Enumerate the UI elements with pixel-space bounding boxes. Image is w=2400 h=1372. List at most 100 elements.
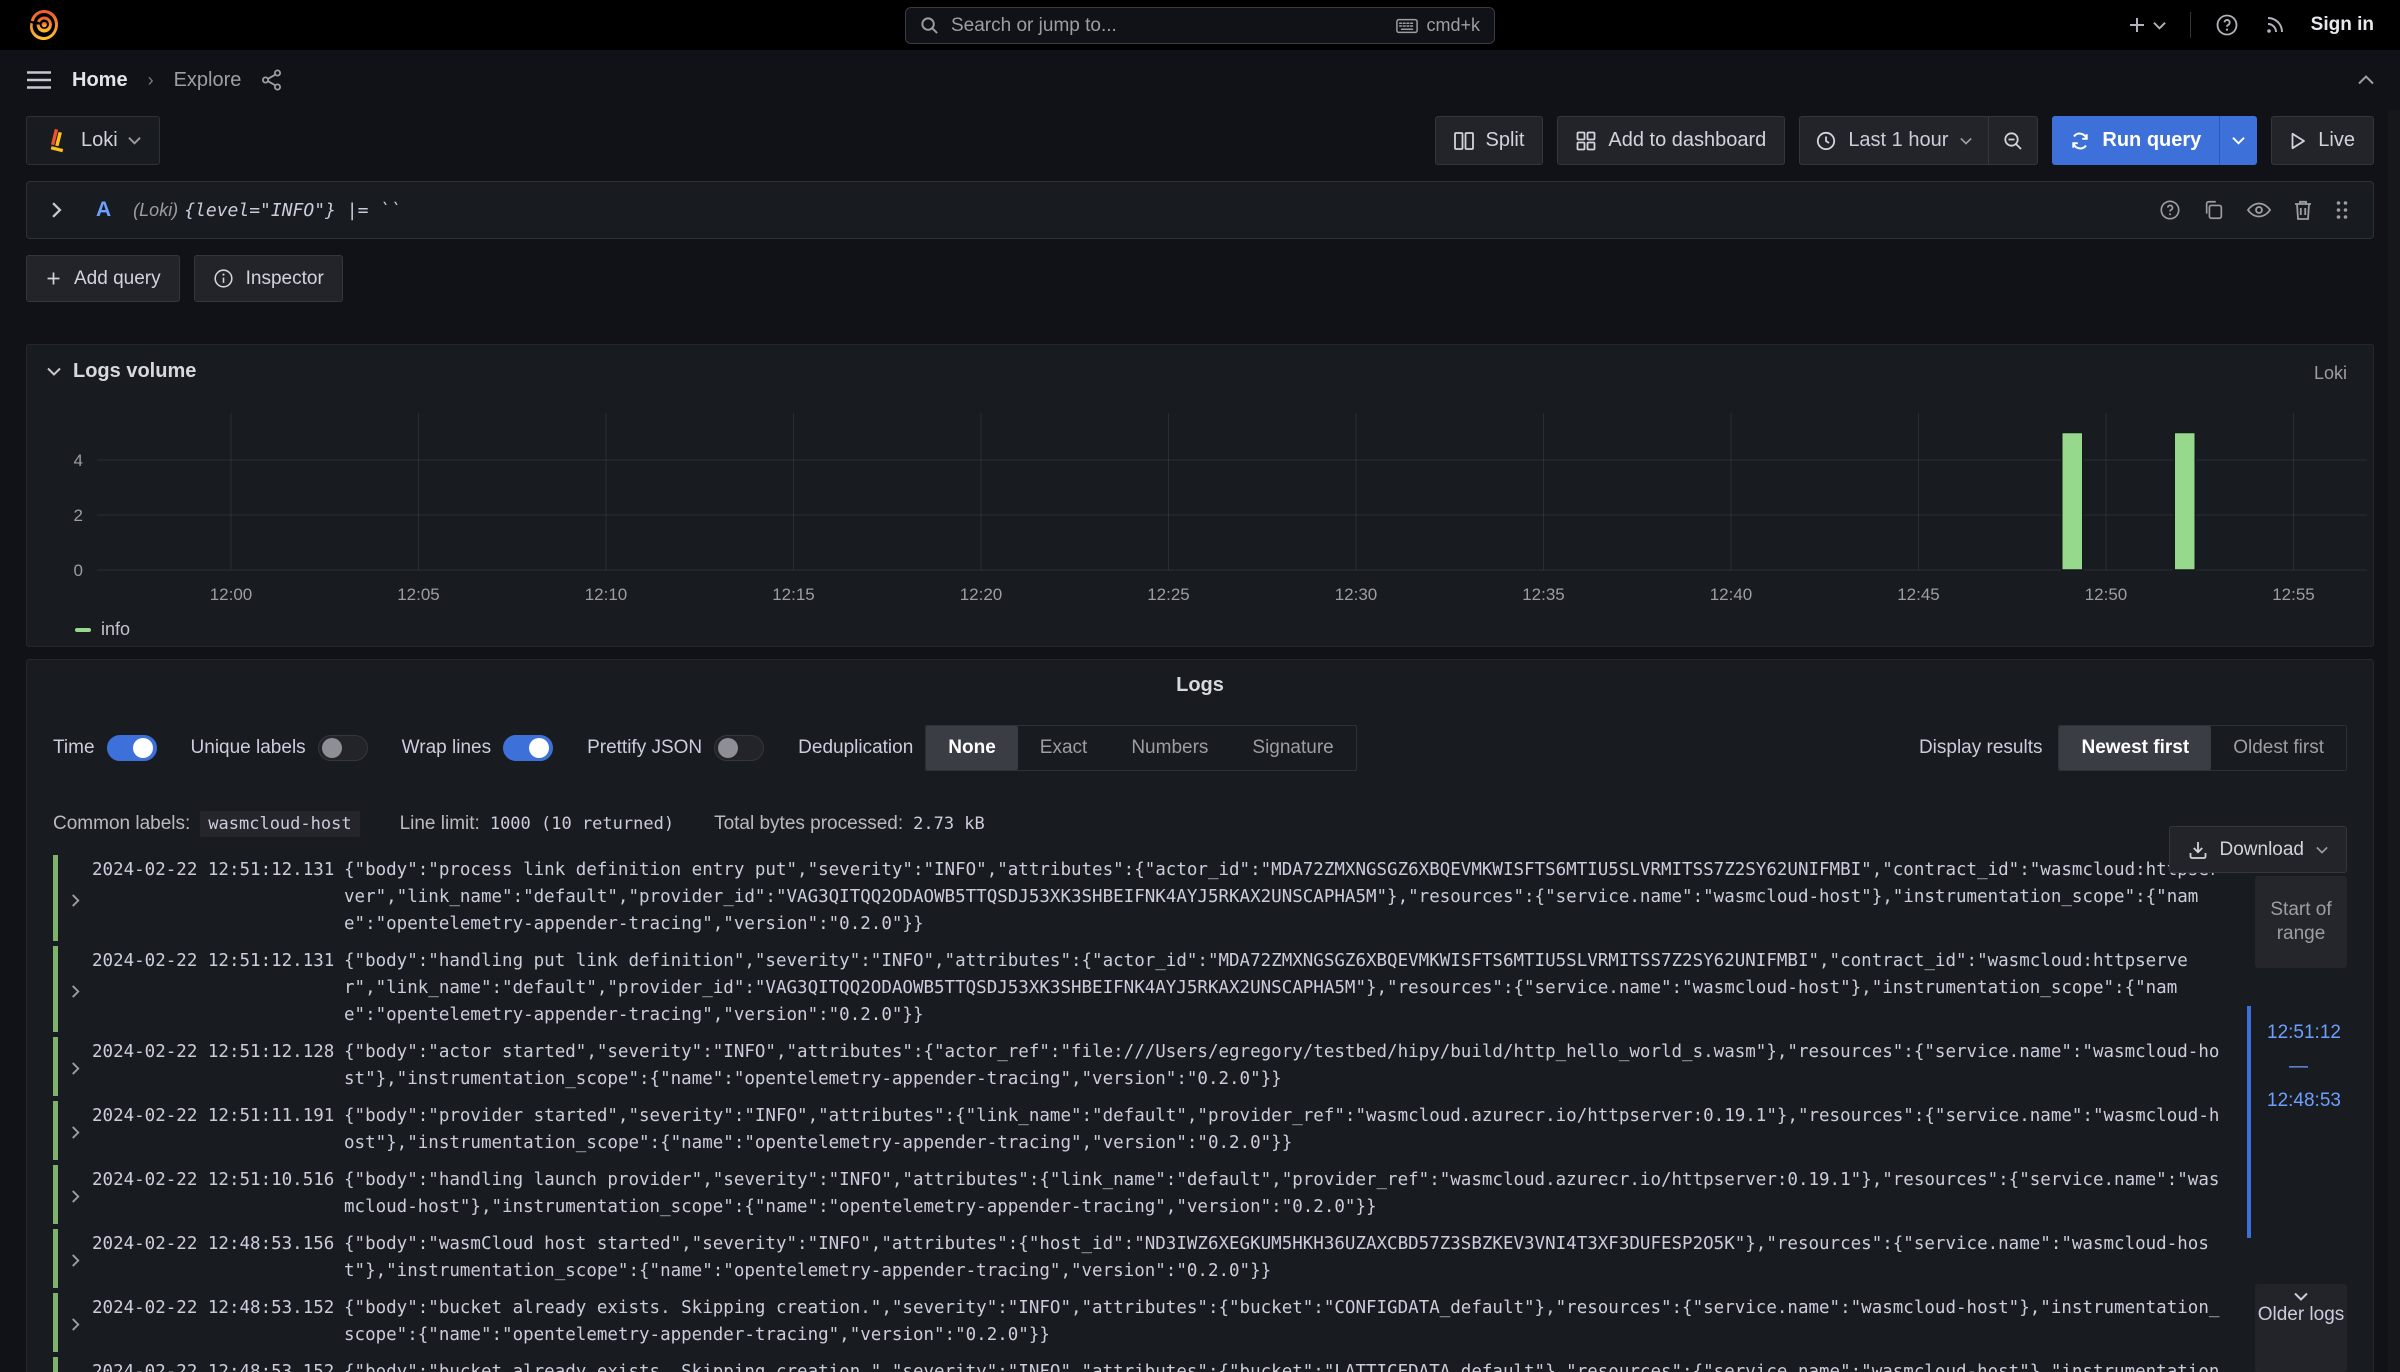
live-button[interactable]: Live <box>2271 116 2374 165</box>
total-bytes-label: Total bytes processed: <box>714 813 903 835</box>
time-toggle-control: Time <box>53 735 157 761</box>
svg-text:12:50: 12:50 <box>2085 585 2128 604</box>
log-row[interactable]: 2024-02-22 12:48:53.152 {"body":"bucket … <box>53 1357 2223 1372</box>
svg-text:12:35: 12:35 <box>1522 585 1565 604</box>
share-icon[interactable] <box>261 69 283 91</box>
log-row[interactable]: 2024-02-22 12:51:11.191 {"body":"provide… <box>53 1101 2223 1160</box>
range-from: 12:51:12 <box>2267 1022 2343 1044</box>
dedup-option-exact[interactable]: Exact <box>1018 726 1110 770</box>
time-toggle-label: Time <box>53 737 95 759</box>
svg-text:12:00: 12:00 <box>210 585 253 604</box>
add-query-button[interactable]: Add query <box>26 255 180 302</box>
sign-in-button[interactable]: Sign in <box>2311 14 2374 36</box>
unique-labels-toggle[interactable] <box>318 735 368 761</box>
time-picker-group: Last 1 hour <box>1799 116 2038 165</box>
help-icon[interactable] <box>2215 13 2239 37</box>
news-icon[interactable] <box>2263 13 2287 37</box>
legend-label[interactable]: info <box>101 619 130 640</box>
expand-caret-icon[interactable] <box>58 1167 92 1221</box>
log-timestamp: 2024-02-22 12:48:53.156 <box>92 1231 344 1285</box>
older-logs-label: Older logs <box>2258 1303 2345 1326</box>
prettify-json-control: Prettify JSON <box>587 735 764 761</box>
log-row[interactable]: 2024-02-22 12:51:12.131 {"body":"process… <box>53 855 2223 941</box>
query-help-icon[interactable] <box>2159 199 2181 221</box>
inspector-button[interactable]: Inspector <box>194 255 343 302</box>
svg-text:12:05: 12:05 <box>397 585 440 604</box>
order-option-newest[interactable]: Newest first <box>2059 726 2211 770</box>
query-ref-id[interactable]: A <box>96 198 111 222</box>
menu-icon[interactable] <box>26 70 52 90</box>
deduplication-control: Deduplication None Exact Numbers Signatu… <box>798 725 1357 771</box>
datasource-picker[interactable]: Loki <box>26 116 160 165</box>
visible-range-indicator: 12:51:12 — 12:48:53 <box>2247 1006 2343 1238</box>
add-to-dashboard-button[interactable]: Add to dashboard <box>1557 116 1785 165</box>
start-of-range-button[interactable]: Start of range <box>2255 876 2347 968</box>
expand-caret-icon[interactable] <box>58 1295 92 1349</box>
logs-volume-title[interactable]: Logs volume <box>73 360 196 383</box>
hide-query-icon[interactable] <box>2247 199 2271 221</box>
older-logs-button[interactable]: Older logs <box>2255 1284 2347 1372</box>
dedup-option-none[interactable]: None <box>926 726 1018 770</box>
collapse-up-icon[interactable] <box>2358 75 2374 85</box>
split-icon <box>1454 131 1474 151</box>
split-button[interactable]: Split <box>1435 116 1544 165</box>
log-row[interactable]: 2024-02-22 12:48:53.152 {"body":"bucket … <box>53 1293 2223 1352</box>
search-input[interactable]: Search or jump to... cmd+k <box>905 7 1495 44</box>
page-scrollbar[interactable] <box>2388 110 2400 1372</box>
query-expression[interactable]: {level="INFO"} |= `` <box>184 200 401 221</box>
expand-caret-icon[interactable] <box>51 202 62 218</box>
time-range-button[interactable]: Last 1 hour <box>1800 117 1988 164</box>
zoom-out-time-button[interactable] <box>1988 117 2037 164</box>
log-row[interactable]: 2024-02-22 12:51:12.128 {"body":"actor s… <box>53 1037 2223 1096</box>
drag-handle-icon[interactable] <box>2335 199 2349 221</box>
breadcrumb-home[interactable]: Home <box>72 69 128 92</box>
log-timestamp: 2024-02-22 12:51:10.516 <box>92 1167 344 1221</box>
logs-meta-row: Common labels: wasmcloud-host Line limit… <box>27 811 2373 837</box>
prettify-json-toggle[interactable] <box>714 735 764 761</box>
info-circle-icon <box>213 268 234 289</box>
log-row[interactable]: 2024-02-22 12:51:12.131 {"body":"handlin… <box>53 946 2223 1032</box>
expand-caret-icon[interactable] <box>58 857 92 938</box>
download-icon <box>2188 840 2208 860</box>
expand-caret-icon[interactable] <box>58 1103 92 1157</box>
run-query-options-button[interactable] <box>2219 116 2257 165</box>
download-button[interactable]: Download <box>2169 826 2348 873</box>
order-option-oldest[interactable]: Oldest first <box>2211 726 2346 770</box>
expand-caret-icon[interactable] <box>58 1039 92 1093</box>
log-row[interactable]: 2024-02-22 12:51:10.516 {"body":"handlin… <box>53 1165 2223 1224</box>
zoom-out-icon <box>2003 131 2023 151</box>
log-message: {"body":"handling put link definition","… <box>344 948 2223 1029</box>
log-message: {"body":"provider started","severity":"I… <box>344 1103 2223 1157</box>
log-rows-list: 2024-02-22 12:51:12.131 {"body":"process… <box>27 855 2373 1372</box>
expand-caret-icon[interactable] <box>58 948 92 1029</box>
breadcrumb-page[interactable]: Explore <box>174 69 242 92</box>
log-timestamp: 2024-02-22 12:51:11.191 <box>92 1103 344 1157</box>
logs-volume-chart[interactable]: 02412:0012:0512:1012:1512:2012:2512:3012… <box>27 387 2373 617</box>
svg-text:12:40: 12:40 <box>1710 585 1753 604</box>
grafana-logo-icon[interactable] <box>26 7 62 43</box>
expand-caret-icon[interactable] <box>58 1359 92 1372</box>
copy-query-icon[interactable] <box>2203 199 2225 221</box>
query-datasource-hint: (Loki) <box>133 200 178 221</box>
legend-swatch <box>75 628 91 632</box>
breadcrumb-bar: Home › Explore <box>0 50 2400 110</box>
logs-controls: Time Unique labels Wrap lines Prettify J… <box>27 725 2373 771</box>
dedup-option-signature[interactable]: Signature <box>1230 726 1355 770</box>
wrap-lines-toggle[interactable] <box>503 735 553 761</box>
expand-caret-icon[interactable] <box>58 1231 92 1285</box>
section-collapse-icon[interactable] <box>47 367 61 376</box>
wrap-lines-control: Wrap lines <box>402 735 553 761</box>
delete-query-icon[interactable] <box>2293 199 2313 221</box>
logs-panel-title: Logs <box>27 660 2373 697</box>
search-shortcut: cmd+k <box>1396 15 1480 36</box>
svg-text:12:15: 12:15 <box>772 585 815 604</box>
dedup-option-numbers[interactable]: Numbers <box>1109 726 1230 770</box>
log-timestamp: 2024-02-22 12:51:12.128 <box>92 1039 344 1093</box>
play-icon <box>2290 132 2306 150</box>
log-timestamp: 2024-02-22 12:48:53.152 <box>92 1359 344 1372</box>
run-query-button[interactable]: Run query <box>2052 116 2219 165</box>
explore-toolbar: Loki Split Add to dashboard Last 1 hour <box>0 110 2400 165</box>
log-row[interactable]: 2024-02-22 12:48:53.156 {"body":"wasmClo… <box>53 1229 2223 1288</box>
new-menu-button[interactable] <box>2127 15 2166 35</box>
time-toggle[interactable] <box>107 735 157 761</box>
